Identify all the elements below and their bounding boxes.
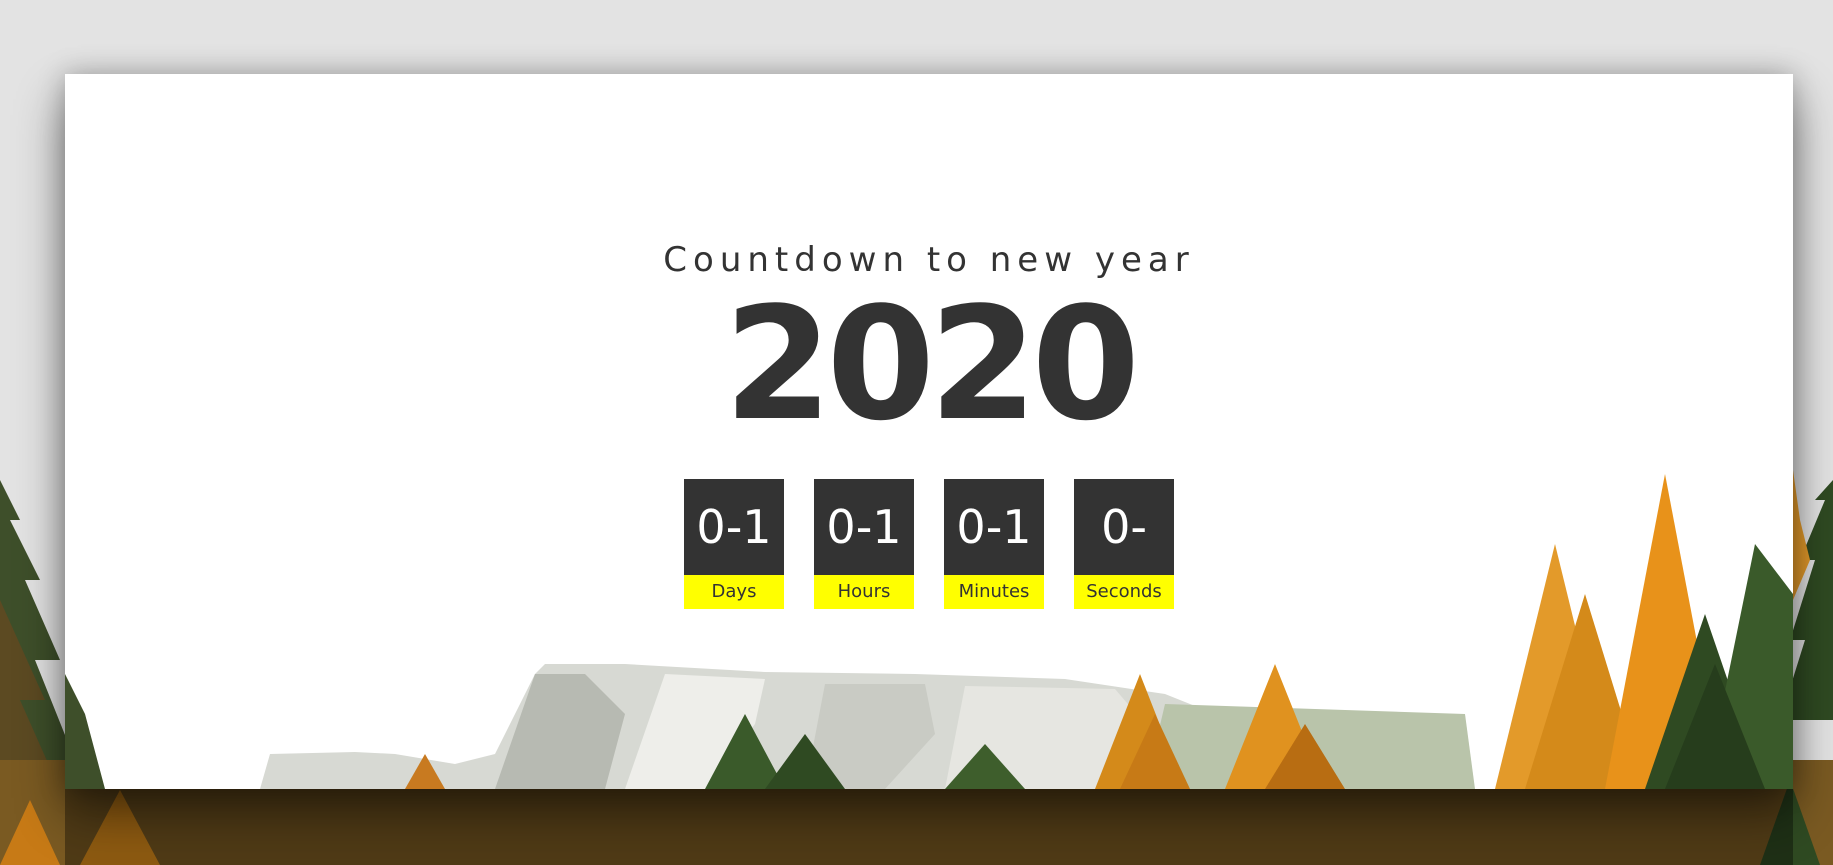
minutes-unit: 0-1 Minutes xyxy=(944,479,1044,609)
minutes-label: Minutes xyxy=(944,575,1044,609)
hours-unit: 0-1 Hours xyxy=(814,479,914,609)
minutes-value: 0-1 xyxy=(944,479,1044,575)
seconds-unit: 0- Seconds xyxy=(1074,479,1174,609)
days-unit: 0-1 Days xyxy=(684,479,784,609)
countdown-timer: 0-1 Days 0-1 Hours 0-1 Minutes 0- Second… xyxy=(684,479,1174,609)
ground-shadow-overlay xyxy=(65,789,1793,865)
days-label: Days xyxy=(684,575,784,609)
seconds-label: Seconds xyxy=(1074,575,1174,609)
seconds-value: 0- xyxy=(1074,479,1174,575)
hours-label: Hours xyxy=(814,575,914,609)
page: Countdown to new year 2020 0-1 Days 0-1 … xyxy=(0,0,1833,865)
hours-value: 0-1 xyxy=(814,479,914,575)
target-year: 2020 xyxy=(723,273,1140,455)
countdown-card: Countdown to new year 2020 0-1 Days 0-1 … xyxy=(65,74,1793,789)
days-value: 0-1 xyxy=(684,479,784,575)
